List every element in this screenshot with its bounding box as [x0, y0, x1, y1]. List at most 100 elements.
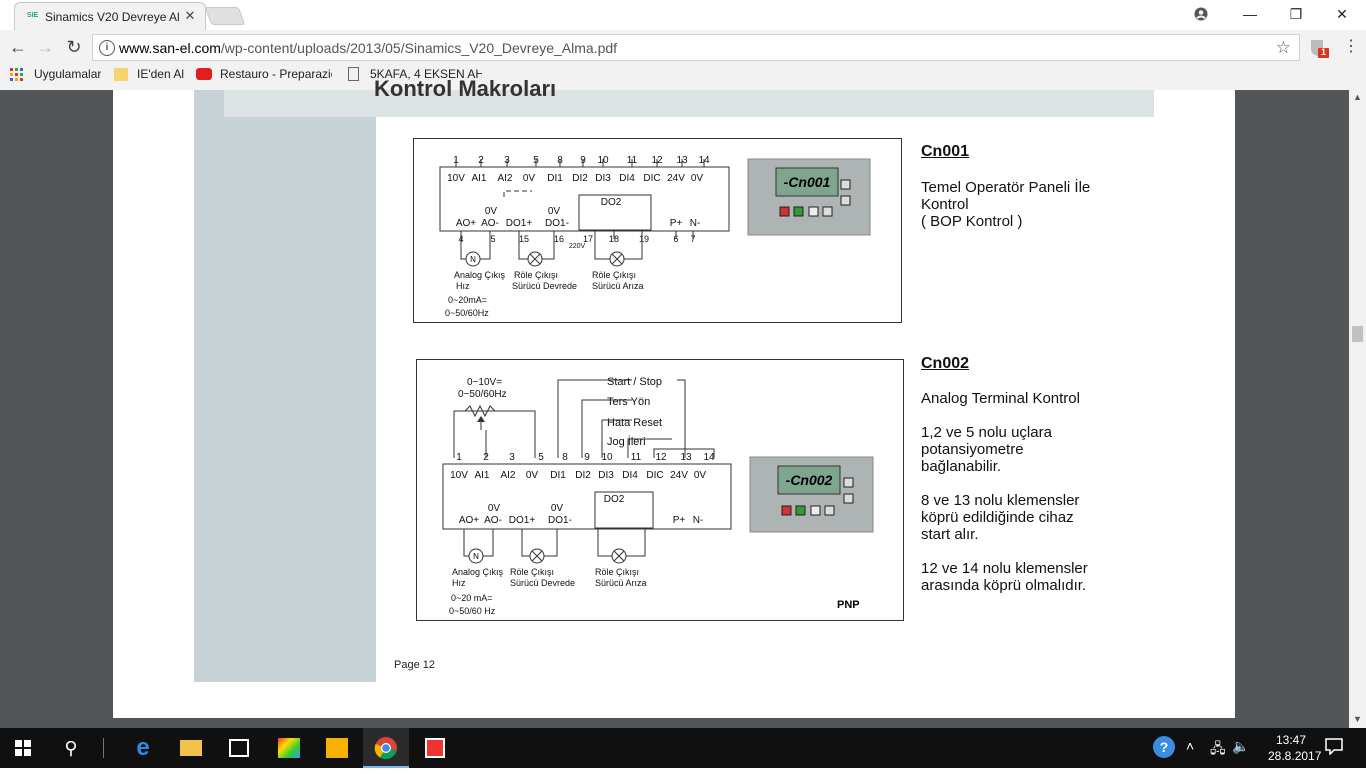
restore-icon[interactable]: ❐	[1273, 0, 1319, 28]
lower-num: 7	[690, 234, 695, 244]
zero-v-label: 0V	[485, 206, 498, 217]
svg-text:3: 3	[509, 452, 515, 463]
wiring-diagram-cn001: 1 2 3 5 8 9 10 11 12 13 14 10V AI1 AI2 0…	[413, 138, 902, 323]
switch-reset-label: Hata Reset	[607, 417, 662, 429]
lower-label: P+	[670, 218, 683, 229]
forward-icon[interactable]: →	[32, 35, 58, 59]
app-grid-icon[interactable]	[412, 728, 458, 768]
terminal-label: DI2	[572, 173, 588, 184]
url-text[interactable]: www.san-el.com/wp-content/uploads/2013/0…	[119, 40, 617, 56]
help-icon[interactable]: ?	[1153, 736, 1175, 758]
svg-text:AI2: AI2	[500, 470, 515, 481]
svg-text:8: 8	[562, 452, 568, 463]
terminal-label: AI2	[497, 173, 512, 184]
extension-shield-icon[interactable]: 1	[1308, 37, 1330, 59]
info-icon[interactable]: i	[99, 40, 115, 56]
menu-icon[interactable]: ⋮	[1338, 35, 1364, 59]
terminal-num: 8	[557, 155, 563, 166]
tab-close-icon[interactable]: ✕	[183, 9, 197, 23]
notification-icon[interactable]	[1325, 737, 1343, 758]
network-icon[interactable]: 🖧	[1210, 738, 1226, 762]
svg-text:0~20 mA=: 0~20 mA=	[451, 593, 493, 603]
window-close-icon[interactable]: ✕	[1319, 0, 1365, 28]
section-cn002-code: Cn002	[921, 355, 970, 372]
section-cn001-text: Temel Operatör Paneli İle Kontrol ( BOP …	[921, 179, 1091, 230]
search-icon[interactable]: ⚲	[48, 728, 94, 768]
vertical-scrollbar[interactable]: ▲ ▼	[1349, 90, 1366, 728]
new-tab-button[interactable]	[204, 7, 246, 25]
tab-active[interactable]: SIE Sinamics V20 Devreye Al ✕	[14, 2, 206, 30]
relay2-sub: Sürücü Arıza	[592, 281, 644, 291]
bookmark-restauro[interactable]: Restauro - Preparazic	[220, 67, 332, 83]
file-explorer-icon[interactable]	[168, 728, 214, 768]
start-windows-icon[interactable]	[0, 728, 46, 768]
scroll-down-icon[interactable]: ▼	[1353, 714, 1362, 724]
terminal-num: 2	[478, 155, 484, 166]
back-icon[interactable]: ←	[5, 35, 31, 59]
section-cn002-text: Analog Terminal Kontrol 1,2 ve 5 nolu uç…	[921, 390, 1088, 594]
relay1-sub: Sürücü Devrede	[512, 281, 577, 291]
svg-text:DO2: DO2	[604, 494, 625, 505]
reload-icon[interactable]: ↻	[61, 35, 87, 59]
scroll-up-icon[interactable]: ▲	[1353, 92, 1362, 102]
svg-text:Röle Çıkışı: Röle Çıkışı	[595, 567, 639, 577]
volume-icon[interactable]: 🔈	[1232, 738, 1249, 755]
do2-label: DO2	[601, 197, 622, 208]
lower-num: 15	[519, 234, 529, 244]
outlook-icon[interactable]	[314, 728, 360, 768]
terminal-num: 1	[453, 155, 459, 166]
svg-text:DIC: DIC	[646, 470, 663, 481]
svg-text:Sürücü Devrede: Sürücü Devrede	[510, 578, 575, 588]
extension-badge: 1	[1321, 47, 1327, 57]
address-bar[interactable]: i www.san-el.com/wp-content/uploads/2013…	[92, 34, 1300, 61]
terminal-label: 0V	[523, 173, 536, 184]
lcd-text: -Cn001	[784, 174, 831, 190]
bookmark-apps[interactable]: Uygulamalar	[34, 67, 101, 83]
svg-text:Röle Çıkışı: Röle Çıkışı	[510, 567, 554, 577]
terminal-label: 0V	[691, 173, 704, 184]
minimize-icon[interactable]: —	[1227, 0, 1273, 28]
clock[interactable]: 13:47 28.8.2017	[1268, 732, 1321, 766]
bookmark-ie[interactable]: IE'den Al	[137, 67, 184, 83]
tab-strip: SIE Sinamics V20 Devreye Al ✕ — ❐ ✕	[0, 0, 1366, 30]
terminal-num: 14	[698, 155, 710, 166]
page-header-band: Kontrol Makroları	[224, 76, 1154, 117]
lower-label: AO-	[481, 218, 499, 229]
edge-icon[interactable]: e	[120, 728, 166, 768]
terminal-label: DI1	[547, 173, 563, 184]
svg-text:0V: 0V	[694, 470, 707, 481]
pot-label: 0~10V=	[467, 377, 502, 388]
svg-text:9: 9	[584, 452, 590, 463]
relay1-label: Röle Çıkışı	[514, 270, 558, 280]
switch-reverse-label: Ters Yön	[607, 396, 650, 408]
terminal-label: DI4	[619, 173, 635, 184]
svg-text:N: N	[470, 255, 476, 264]
svg-text:DO1+: DO1+	[509, 515, 536, 526]
folder-icon	[114, 68, 128, 81]
svg-text:DI3: DI3	[598, 470, 614, 481]
lower-num: 5	[490, 234, 495, 244]
svg-text:DI1: DI1	[550, 470, 566, 481]
relay2-label: Röle Çıkışı	[592, 270, 636, 280]
tray-chevron-icon[interactable]: ˄	[1186, 738, 1194, 754]
pdf-viewer[interactable]: Kontrol Makroları 1 2 3 5 8 9 10 11 12 1…	[0, 76, 1349, 728]
svg-text:Hız: Hız	[452, 578, 466, 588]
svg-text:DO1-: DO1-	[548, 515, 572, 526]
analog-out-label: Analog Çıkış	[454, 270, 506, 280]
bookmark-star-icon[interactable]: ☆	[1276, 38, 1291, 58]
svg-text:14: 14	[703, 452, 715, 463]
chrome-icon[interactable]	[363, 728, 409, 768]
svg-text:AI1: AI1	[474, 470, 489, 481]
store-icon[interactable]	[216, 728, 262, 768]
profile-icon[interactable]	[1178, 0, 1224, 28]
svg-text:N-: N-	[693, 515, 704, 526]
svg-text:5: 5	[538, 452, 544, 463]
app-colorful-icon[interactable]	[266, 728, 312, 768]
terminal-num: 3	[504, 155, 510, 166]
svg-text:12: 12	[655, 452, 667, 463]
apps-grid-icon[interactable]	[10, 68, 24, 81]
svg-text:Sürücü Arıza: Sürücü Arıza	[595, 578, 647, 588]
scroll-thumb[interactable]	[1352, 326, 1363, 342]
terminal-label: AI1	[471, 173, 486, 184]
svg-text:10: 10	[601, 452, 613, 463]
